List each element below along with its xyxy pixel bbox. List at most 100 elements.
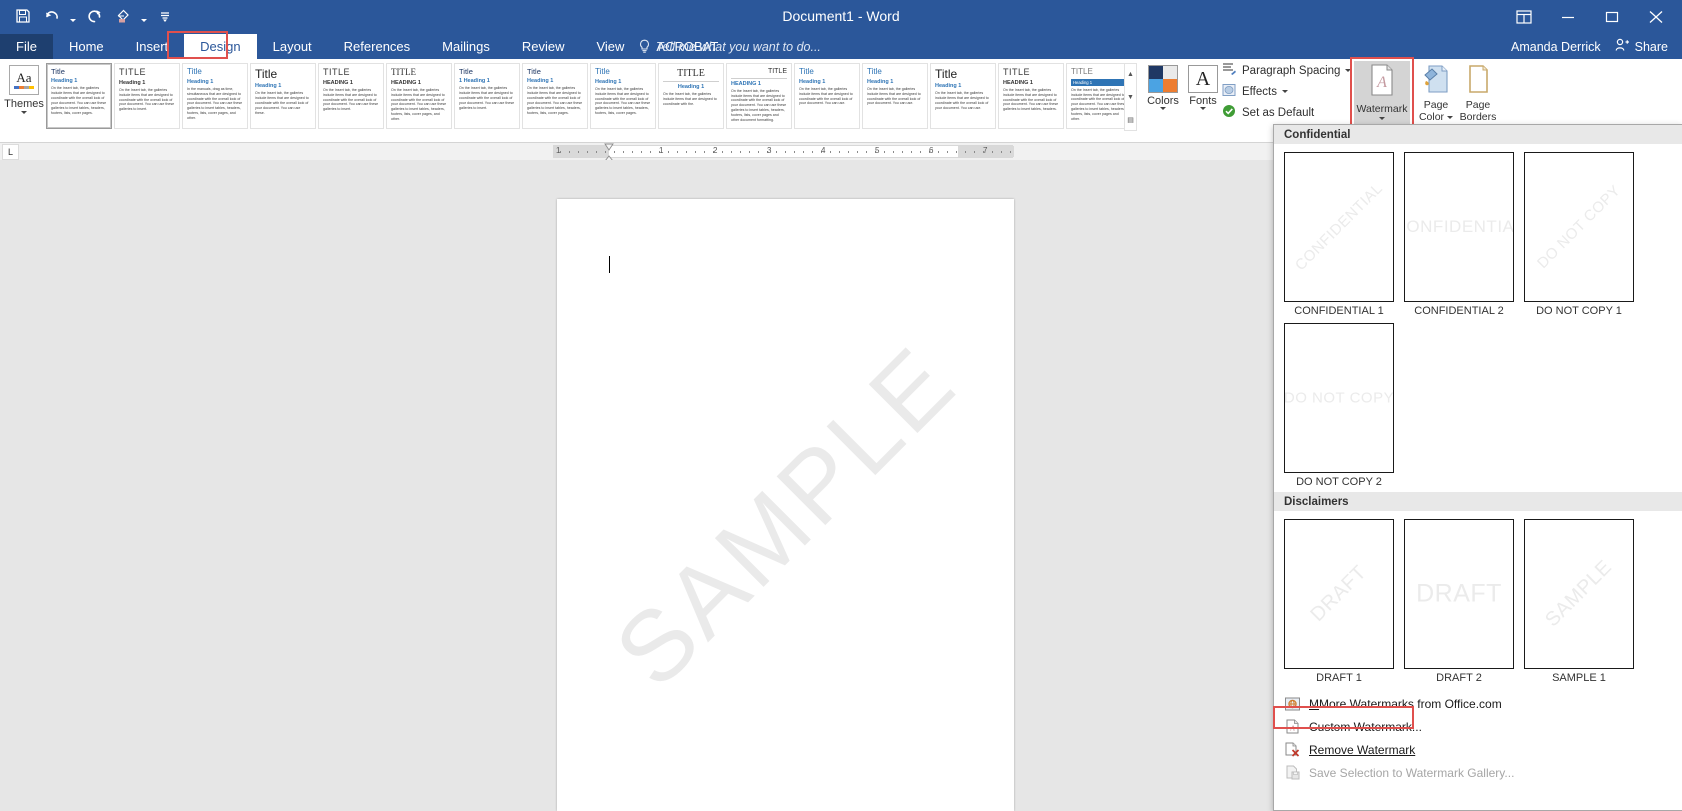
horizontal-ruler[interactable]: 1 1 2 3 4 5 6 7 xyxy=(553,145,1014,158)
first-line-indent-marker[interactable] xyxy=(604,143,614,151)
style-card-body: On the Insert tab, the galleries include… xyxy=(119,87,175,112)
effects-button[interactable]: Effects xyxy=(1222,81,1342,102)
gallery-scroll-controls[interactable]: ▲ ▼ ▤ xyxy=(1124,63,1137,131)
ribbon-display-options-icon[interactable] xyxy=(1502,0,1546,34)
close-icon[interactable] xyxy=(1634,0,1678,34)
tab-stop-selector[interactable]: L xyxy=(2,144,19,160)
tell-me-search[interactable]: Tell me what you want to do... xyxy=(638,34,821,59)
tab-home[interactable]: Home xyxy=(53,34,120,59)
watermark-caption: DO NOT COPY 1 xyxy=(1536,305,1622,317)
style-card[interactable]: Title Heading 1 On the Insert tab, the gal… xyxy=(930,63,996,129)
style-card-heading: Heading 1 xyxy=(119,79,146,86)
paragraph-spacing-button[interactable]: Paragraph Spacing xyxy=(1222,60,1352,81)
ruler-tick xyxy=(632,151,633,153)
page-color-button[interactable]: Page Color xyxy=(1415,61,1457,123)
style-card[interactable]: Title Heading 1 On the Insert tab, the gal… xyxy=(46,63,112,129)
more-watermarks-label: More Watermarks from Office.com xyxy=(1319,696,1502,711)
custom-watermark-button[interactable]: A Custom Watermark... xyxy=(1274,715,1682,738)
ruler-tick xyxy=(704,151,705,153)
remove-watermark-button[interactable]: Remove Watermark xyxy=(1274,738,1682,761)
more-watermarks-from-office-button[interactable]: MMore Watermarks from Office.com xyxy=(1274,692,1682,715)
paragraph-spacing-label: Paragraph Spacing xyxy=(1242,64,1341,77)
ruler-tick xyxy=(956,151,957,153)
gallery-scroll-up-icon[interactable]: ▲ xyxy=(1125,64,1136,85)
lightbulb-icon xyxy=(638,39,651,54)
watermark-item-draft-1[interactable]: DRAFT DRAFT 1 xyxy=(1284,519,1394,684)
style-card-title: Title xyxy=(595,67,610,76)
style-card[interactable]: TITLEHeading 1Heading 1On the Insert tab… xyxy=(1066,63,1124,129)
watermark-button[interactable]: A Watermark xyxy=(1354,61,1410,127)
user-name[interactable]: Amanda Derrick xyxy=(1511,40,1615,54)
watermark-item-do-not-copy-1[interactable]: DO NOT COPY DO NOT COPY 1 xyxy=(1524,152,1634,317)
remove-watermark-icon xyxy=(1284,741,1301,758)
minimize-icon[interactable] xyxy=(1546,0,1590,34)
tab-review[interactable]: Review xyxy=(506,34,581,59)
restore-icon[interactable] xyxy=(1590,0,1634,34)
style-card[interactable]: TITLE Heading 1 On the Insert tab, the gal… xyxy=(114,63,180,129)
style-card[interactable]: Title Heading 1 In the manuals, drag as ti… xyxy=(182,63,248,129)
window-controls xyxy=(1502,0,1678,34)
watermark-item-sample-1[interactable]: SAMPLE SAMPLE 1 xyxy=(1524,519,1634,684)
tab-insert[interactable]: Insert xyxy=(120,34,185,59)
watermark-dropdown-caret[interactable] xyxy=(1379,117,1385,121)
themes-icon: Aa xyxy=(9,65,39,95)
themes-button[interactable]: Aa Themes xyxy=(2,61,46,114)
ribbon-tabs: File Home Insert Design Layout Reference… xyxy=(0,34,734,59)
gallery-scroll-down-icon[interactable]: ▼ xyxy=(1125,87,1136,108)
share-button[interactable]: Share xyxy=(1615,38,1682,55)
page-borders-button[interactable]: Page Borders xyxy=(1455,61,1501,123)
style-card-body: On the Insert tab, the galleries include… xyxy=(731,88,787,122)
watermark-row-confidential-2: DO NOT COPY DO NOT COPY 2 xyxy=(1274,321,1682,492)
style-card[interactable]: TITLE HEADING 1 On the Insert tab, the gal… xyxy=(386,63,452,129)
style-card[interactable]: Title Heading 1 On the Insert tab, the gal… xyxy=(250,63,316,129)
page-color-icon xyxy=(1422,64,1450,99)
ruler-tick xyxy=(650,151,651,153)
style-card-heading: HEADING 1 xyxy=(323,79,353,86)
style-card-heading: Heading 1 xyxy=(51,78,78,85)
page-color-label-line1: Page xyxy=(1423,99,1449,111)
style-card[interactable]: Title Heading 1 On the Insert tab, the gal… xyxy=(590,63,656,129)
tab-layout[interactable]: Layout xyxy=(257,34,328,59)
watermark-thumb-text: CONFIDENTIAL xyxy=(1291,179,1387,275)
style-card-body: In the manuals, drag as time, simultaneo… xyxy=(187,86,243,120)
watermark-item-confidential-2[interactable]: CONFIDENTIAL CONFIDENTIAL 2 xyxy=(1404,152,1514,317)
style-card-title: Title xyxy=(527,67,541,76)
ruler-tick xyxy=(668,151,669,153)
themes-dropdown-caret[interactable] xyxy=(21,111,27,114)
ruler-tick xyxy=(722,151,723,153)
document-page[interactable]: SAMPLE xyxy=(557,199,1014,811)
paragraph-spacing-caret[interactable] xyxy=(1345,69,1352,72)
tab-file[interactable]: File xyxy=(0,34,53,59)
style-card[interactable]: TITLE HEADING 1 On the Insert tab, the gal… xyxy=(318,63,384,129)
style-card[interactable]: Title 1 Heading 1 On the Insert tab, the g… xyxy=(454,63,520,129)
ruler-tick xyxy=(866,151,867,153)
style-card[interactable]: TITLE HEADING 1 On the Insert tab, the gal… xyxy=(998,63,1064,129)
fonts-dropdown-caret[interactable] xyxy=(1200,107,1206,110)
style-card-title: Title xyxy=(935,67,958,81)
tab-view[interactable]: View xyxy=(580,34,640,59)
fonts-button[interactable]: A Fonts xyxy=(1181,65,1225,110)
watermark-item-do-not-copy-2[interactable]: DO NOT COPY DO NOT COPY 2 xyxy=(1284,323,1394,488)
watermark-thumb-text: DO NOT COPY xyxy=(1534,182,1624,272)
style-card[interactable]: TITLE HEADING 1 On the Insert tab, the gal… xyxy=(726,63,792,129)
ruler-tick xyxy=(569,151,570,153)
save-watermark-icon xyxy=(1284,764,1301,781)
style-card[interactable]: TITLE Heading 1 On the Insert tab, the gal… xyxy=(658,63,724,129)
tab-design[interactable]: Design xyxy=(184,34,257,59)
style-card-body: On the Insert tab, the galleries include… xyxy=(595,86,651,116)
watermark-item-draft-2[interactable]: DRAFT DRAFT 2 xyxy=(1404,519,1514,684)
tab-mailings[interactable]: Mailings xyxy=(426,34,506,59)
page-color-dropdown-caret[interactable] xyxy=(1447,115,1454,119)
style-card[interactable]: Title Heading 1 On the Insert tab, the gal… xyxy=(522,63,588,129)
effects-caret[interactable] xyxy=(1281,90,1288,93)
set-as-default-button[interactable]: Set as Default xyxy=(1222,102,1342,123)
watermark-item-confidential-1[interactable]: CONFIDENTIAL CONFIDENTIAL 1 xyxy=(1284,152,1394,317)
document-formatting-gallery[interactable]: Title Heading 1 On the Insert tab, the gal… xyxy=(46,63,1124,131)
colors-button[interactable]: Colors xyxy=(1141,65,1185,110)
colors-dropdown-caret[interactable] xyxy=(1160,107,1166,110)
style-card[interactable]: Title Heading 1 On the Insert tab, the gal… xyxy=(862,63,928,129)
ruler-number: 1 xyxy=(556,146,561,155)
style-card[interactable]: Title Heading 1 On the Insert tab, the gal… xyxy=(794,63,860,129)
gallery-more-icon[interactable]: ▤ xyxy=(1125,109,1136,130)
tab-references[interactable]: References xyxy=(328,34,426,59)
